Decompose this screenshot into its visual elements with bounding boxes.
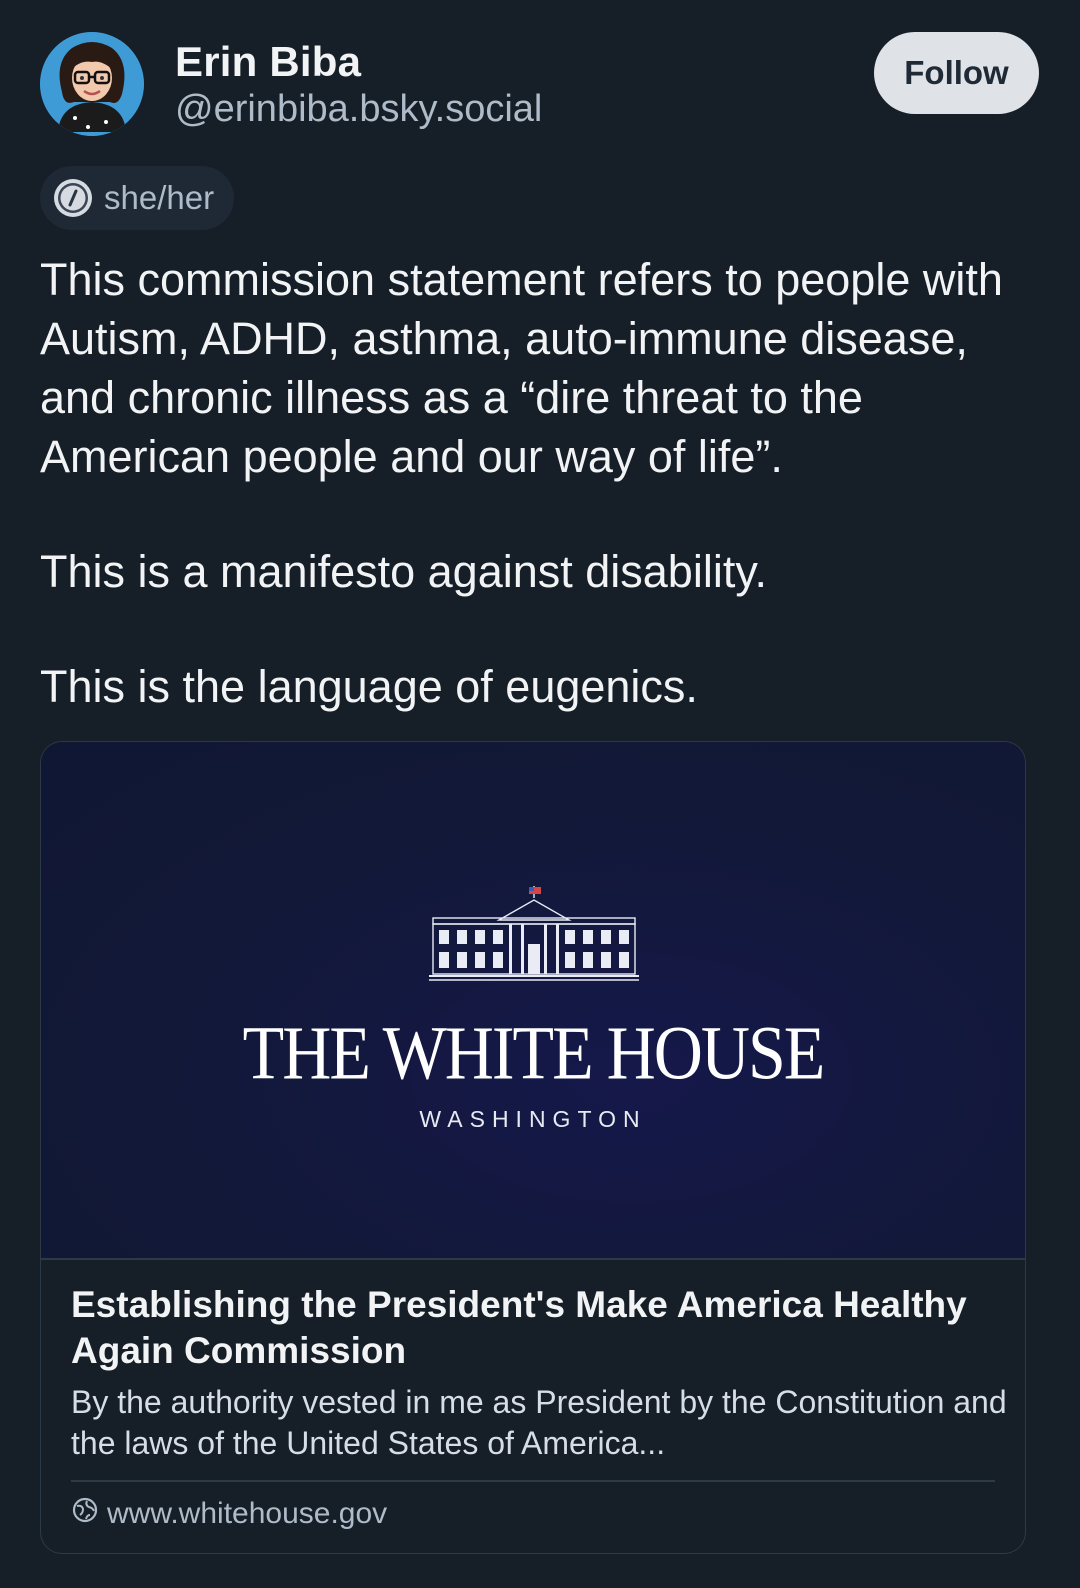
- post-body: This commission statement refers to peop…: [40, 250, 1050, 716]
- post-paragraph: This is a manifesto against disability.: [40, 546, 767, 597]
- divider: [71, 1480, 995, 1482]
- post-view: Erin Biba @erinbiba.bsky.social Follow s…: [0, 0, 1080, 1588]
- info-icon: [54, 179, 92, 217]
- pronouns-label: she/her: [104, 179, 215, 216]
- link-description: By the authority vested in me as Preside…: [71, 1384, 1007, 1461]
- follow-button[interactable]: Follow: [874, 32, 1039, 114]
- link-domain[interactable]: www.whitehouse.gov: [71, 1494, 387, 1534]
- avatar-illustration: [40, 32, 144, 136]
- image-title: THE WHITE HOUSE: [242, 1010, 826, 1096]
- domain-text: www.whitehouse.gov: [107, 1497, 388, 1530]
- white-house-logo: [429, 886, 639, 981]
- author-name[interactable]: Erin Biba: [175, 38, 361, 86]
- author-handle[interactable]: @erinbiba.bsky.social: [175, 88, 542, 131]
- pronouns-badge: she/her: [40, 166, 235, 230]
- avatar[interactable]: [40, 32, 144, 136]
- link-title[interactable]: Establishing the President's Make Americ…: [71, 1282, 991, 1374]
- post-paragraph: This is the language of eugenics.: [40, 661, 698, 712]
- globe-icon: [71, 1496, 99, 1532]
- image-subtitle: WASHINGTON: [419, 1106, 647, 1132]
- link-preview-image: THE WHITE HOUSE WASHINGTON: [41, 742, 1025, 1258]
- link-preview-card[interactable]: THE WHITE HOUSE WASHINGTON Establishing …: [40, 741, 1026, 1554]
- divider: [41, 1258, 1025, 1260]
- post-paragraph: This commission statement refers to peop…: [40, 254, 1003, 482]
